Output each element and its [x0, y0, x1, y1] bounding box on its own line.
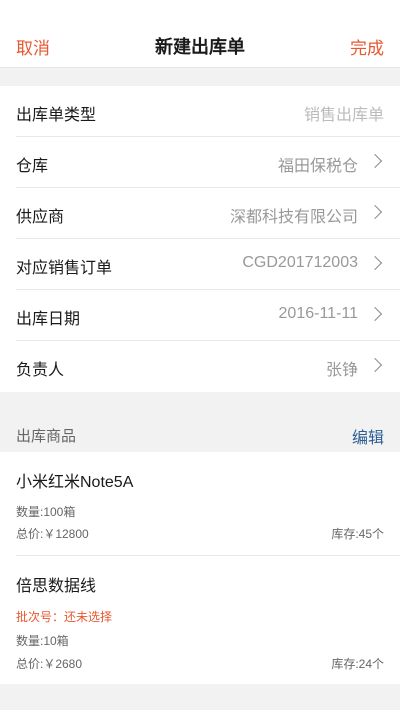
product-name: 小米红米Note5A [16, 474, 134, 491]
product-stock: 库存:45个 [331, 527, 384, 541]
page-title: 新建出库单 [155, 37, 245, 57]
form-row-outbound-date[interactable]: 出库日期 2016-11-11 [16, 290, 400, 341]
form-label: 供应商 [16, 209, 65, 226]
product-total-price: 总价:￥2680 [16, 657, 83, 671]
form-value: 销售出库单 [303, 107, 384, 124]
navigation-bar: 取消 新建出库单 完成 [0, 0, 400, 68]
product-batch-number[interactable]: 批次号：还未选择 [16, 608, 112, 625]
form-value: 张铮 [325, 362, 358, 379]
form-row-responsible-person[interactable]: 负责人 张铮 [16, 341, 400, 392]
product-item[interactable]: 倍思数据线 批次号：还未选择 数量:10箱 总价:￥2680 库存:24个 [16, 556, 400, 684]
outbound-form: 出库单类型 销售出库单 仓库 福田保税仓 供应商 深都科技有限公司 对应销售订单… [0, 86, 400, 392]
product-stock: 库存:24个 [331, 657, 384, 671]
chevron-right-icon [367, 153, 383, 169]
form-value: CGD201712003 [242, 254, 358, 271]
form-value: 福田保税仓 [277, 158, 358, 175]
form-row-outbound-type[interactable]: 出库单类型 销售出库单 [16, 86, 400, 137]
form-row-sales-order[interactable]: 对应销售订单 CGD201712003 [16, 239, 400, 290]
done-button[interactable]: 完成 [350, 34, 384, 59]
form-row-warehouse[interactable]: 仓库 福田保税仓 [16, 137, 400, 188]
chevron-right-icon [367, 357, 383, 373]
product-total-price: 总价:￥12800 [16, 527, 89, 541]
product-list: 小米红米Note5A 数量:100箱 总价:￥12800 库存:45个 倍思数据… [0, 452, 400, 684]
product-quantity: 数量:100箱 [16, 505, 76, 519]
product-item[interactable]: 小米红米Note5A 数量:100箱 总价:￥12800 库存:45个 [16, 452, 400, 556]
form-value: 2016-11-11 [278, 305, 358, 322]
form-label: 仓库 [16, 158, 49, 175]
form-label: 负责人 [16, 362, 65, 379]
section-title: 出库商品 [16, 428, 77, 445]
form-label: 出库单类型 [16, 107, 97, 124]
edit-button[interactable]: 编辑 [352, 424, 384, 448]
form-value: 深都科技有限公司 [229, 209, 358, 226]
chevron-right-icon [367, 255, 383, 271]
chevron-right-icon [367, 306, 383, 322]
chevron-right-icon [367, 204, 383, 220]
product-name: 倍思数据线 [16, 578, 97, 595]
form-label: 对应销售订单 [16, 260, 113, 277]
product-quantity: 数量:10箱 [16, 634, 69, 648]
form-label: 出库日期 [16, 311, 81, 328]
products-section-header: 出库商品 编辑 [0, 412, 400, 452]
form-row-supplier[interactable]: 供应商 深都科技有限公司 [16, 188, 400, 239]
